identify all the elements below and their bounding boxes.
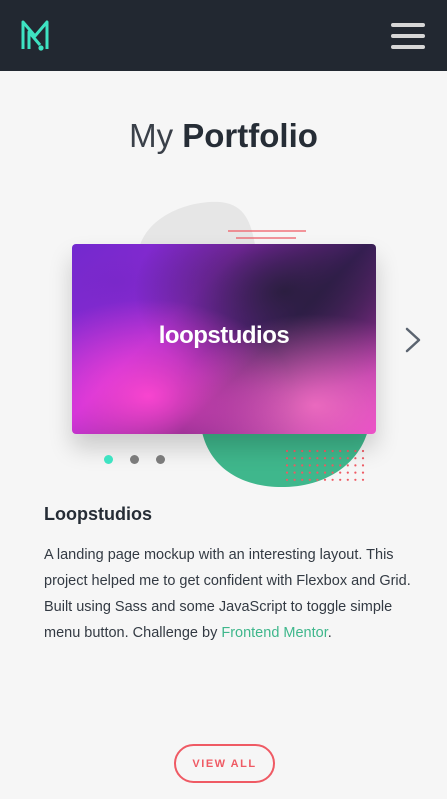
top-nav-bar xyxy=(0,0,447,71)
decorative-dot xyxy=(361,457,365,460)
decorative-dot xyxy=(285,464,289,467)
decorative-dot xyxy=(308,457,311,460)
decorative-dot xyxy=(354,478,357,481)
decorative-dot xyxy=(339,449,342,453)
decorative-dot xyxy=(316,449,319,453)
decorative-dot xyxy=(285,449,289,453)
slider-dot-1[interactable] xyxy=(104,455,113,464)
decorative-dot xyxy=(323,464,327,467)
decorative-dot xyxy=(354,471,357,474)
decorative-dot xyxy=(301,471,304,474)
decorative-dot xyxy=(285,457,289,460)
decorative-dot xyxy=(346,449,349,453)
decorative-dot xyxy=(361,464,365,467)
decorative-dot xyxy=(293,457,296,460)
decorative-dot xyxy=(301,449,304,453)
menu-line xyxy=(391,45,425,49)
decorative-dot xyxy=(323,478,327,481)
decorative-dot xyxy=(323,457,327,460)
project-description: A landing page mockup with an interestin… xyxy=(44,542,414,646)
decorative-dot xyxy=(308,449,311,453)
decorative-dot xyxy=(331,464,334,467)
decorative-dot xyxy=(361,478,365,481)
decorative-dot xyxy=(346,464,349,467)
decorative-dot xyxy=(354,457,357,460)
chevron-right-icon[interactable] xyxy=(401,326,425,354)
frontend-mentor-link[interactable]: Frontend Mentor xyxy=(221,625,327,641)
monogram-logo-icon[interactable] xyxy=(20,18,54,52)
menu-line xyxy=(391,34,425,38)
decorative-dot xyxy=(316,457,319,460)
decorative-dot xyxy=(293,449,296,453)
decorative-dot xyxy=(285,471,289,474)
decorative-dot xyxy=(339,471,342,474)
decorative-dot xyxy=(293,464,296,467)
page-title-light: My xyxy=(129,117,174,154)
menu-line xyxy=(391,23,425,27)
decorative-dot xyxy=(346,471,349,474)
decorative-dot xyxy=(339,478,342,481)
slider-dot-3[interactable] xyxy=(156,455,165,464)
decorative-dot xyxy=(361,471,365,474)
decorative-dot xyxy=(331,457,334,460)
decorative-dot xyxy=(316,471,319,474)
decorative-dot xyxy=(331,449,334,453)
view-all-button[interactable]: VIEW ALL xyxy=(174,744,275,783)
decorative-dot xyxy=(308,464,311,467)
hamburger-menu-icon[interactable] xyxy=(389,20,427,52)
project-name: Loopstudios xyxy=(44,504,152,524)
decorative-dot xyxy=(354,464,357,467)
decorative-dot xyxy=(308,478,311,481)
decorative-dot xyxy=(323,449,327,453)
decorative-dot xyxy=(285,478,289,481)
project-slide-card[interactable]: loopstudios xyxy=(72,244,376,434)
decorative-dot xyxy=(301,457,304,460)
decorative-dot xyxy=(301,478,304,481)
decorative-dot xyxy=(354,449,357,453)
decorative-dot xyxy=(346,457,349,460)
decorative-dot xyxy=(339,457,342,460)
decorative-dot xyxy=(339,464,342,467)
decorative-dot xyxy=(308,471,311,474)
decorative-dot xyxy=(301,464,304,467)
decorative-dot xyxy=(293,471,296,474)
decorative-dot xyxy=(323,471,327,474)
slider-dots xyxy=(100,453,180,467)
project-slide-label: loopstudios xyxy=(158,322,290,349)
page-title-bold: Portfolio xyxy=(182,117,318,154)
decorative-dot xyxy=(331,471,334,474)
slider-dot-2[interactable] xyxy=(130,455,139,464)
decorative-dot xyxy=(293,478,296,481)
decorative-dot xyxy=(316,478,319,481)
project-description-end: . xyxy=(327,625,332,641)
decorative-dot xyxy=(316,464,319,467)
decorative-dot xyxy=(346,478,349,481)
decorative-dot xyxy=(361,449,365,453)
page-title: My Portfolio xyxy=(0,114,447,158)
decorative-dot xyxy=(331,478,334,481)
